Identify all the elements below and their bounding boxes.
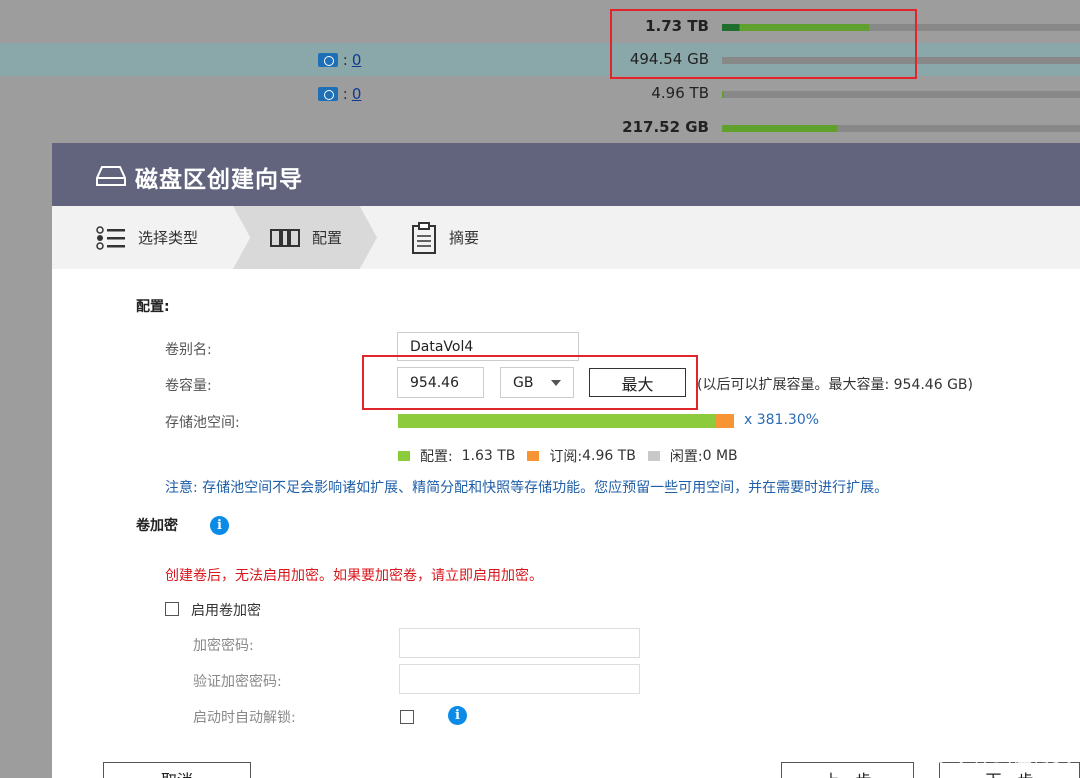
verify-password-label: 验证加密密码: <box>193 674 282 690</box>
usage-bar <box>722 91 1080 98</box>
auto-unlock-checkbox[interactable] <box>400 710 414 724</box>
usage-fill <box>722 91 725 98</box>
password-label: 加密密码: <box>193 638 254 654</box>
pool-space-label: 存储池空间: <box>165 415 240 431</box>
auto-unlock-label: 启动时自动解锁: <box>193 710 296 726</box>
volume-capacity: 4.96 TB <box>651 84 709 102</box>
encryption-section-title: 卷加密 <box>136 518 178 534</box>
enable-encryption-label: 启用卷加密 <box>191 603 261 619</box>
pool-space-bar <box>398 414 734 428</box>
usage-bar <box>722 125 1080 132</box>
snapshot-icon <box>318 53 338 67</box>
step-summary: 摘要 <box>411 206 479 269</box>
encryption-warning: 创建卷后，无法启用加密。如果要加密卷，请立即启用加密。 <box>165 568 543 584</box>
step-config: 配置 <box>270 206 342 269</box>
snapshot-link[interactable]: 0 <box>352 51 362 69</box>
volume-row-2[interactable]: :0 494.54 GB <box>0 43 1080 76</box>
legend-free: 闲置: 0 MB <box>647 446 738 466</box>
password-input[interactable] <box>399 628 640 658</box>
cancel-button[interactable]: 取消 <box>103 762 251 778</box>
pool-percent: x 381.30% <box>744 412 820 428</box>
volume-capacity: 217.52 GB <box>622 118 709 136</box>
legend-allocated: 配置: 1.63 TB <box>398 446 515 466</box>
capacity-label: 卷容量: <box>165 378 212 394</box>
info-icon[interactable]: i <box>210 516 229 535</box>
step-label: 摘要 <box>449 229 480 247</box>
dialog-title: 磁盘区创建向导 <box>135 167 303 193</box>
watermark-icon: 值 <box>936 738 966 768</box>
legend-swatch <box>398 451 410 461</box>
pool-legend: 配置: 1.63 TB 订阅: 4.96 TB 闲置: 0 MB <box>398 446 750 466</box>
usage-fill <box>722 125 837 132</box>
config-icon <box>270 228 300 247</box>
highlight-box <box>610 9 917 79</box>
volume-creation-wizard: 磁盘区创建向导 选择类型 配置 摘要 配置: 卷别名: DataVol4 卷容量… <box>52 143 1080 778</box>
enable-encryption-checkbox[interactable] <box>165 602 179 616</box>
step-select-type: 选择类型 <box>96 206 198 269</box>
info-icon[interactable]: i <box>448 706 467 725</box>
list-icon <box>96 225 125 250</box>
legend-subscribed: 订阅: 4.96 TB <box>527 446 636 466</box>
pool-allocated-fill <box>398 414 716 428</box>
snapshot-count[interactable]: :0 <box>318 85 361 103</box>
highlight-box <box>362 355 698 410</box>
clipboard-icon <box>412 221 436 254</box>
volume-row-1[interactable]: 1.73 TB <box>0 10 1080 43</box>
legend-swatch <box>647 451 660 461</box>
volume-row-4[interactable]: 217.52 GB <box>0 111 1080 144</box>
prev-button[interactable]: 上一步 <box>781 762 914 778</box>
dialog-header: 磁盘区创建向导 <box>52 143 1080 206</box>
step-label: 选择类型 <box>138 229 199 247</box>
snapshot-count[interactable]: :0 <box>318 51 361 69</box>
step-label: 配置 <box>312 229 343 247</box>
volume-row-3[interactable]: :0 4.96 TB <box>0 77 1080 110</box>
pool-space-note: 注意: 存储池空间不足会影响诸如扩展、精简分配和快照等存储功能。您应预留一些可用… <box>165 480 889 496</box>
hdd-icon <box>96 166 126 186</box>
config-section-title: 配置: <box>136 299 170 315</box>
capacity-hint: (以后可以扩展容量。最大容量: 954.46 GB) <box>697 377 973 393</box>
watermark: 值 什么值得买 <box>936 738 1072 768</box>
wizard-steps: 选择类型 配置 摘要 <box>52 206 1080 269</box>
legend-swatch <box>527 451 540 461</box>
snapshot-link[interactable]: 0 <box>352 85 362 103</box>
alias-label: 卷别名: <box>165 342 212 358</box>
verify-password-input[interactable] <box>399 664 640 694</box>
snapshot-icon <box>318 87 338 101</box>
